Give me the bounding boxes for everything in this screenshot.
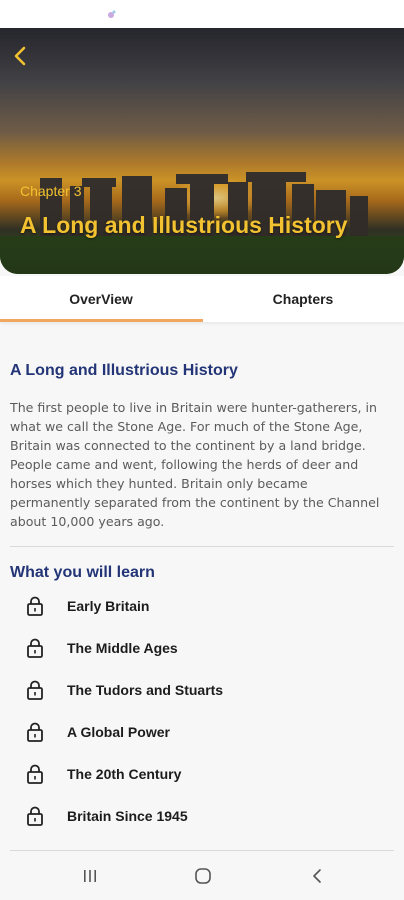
notification-icon <box>108 10 116 18</box>
lock-icon <box>27 806 43 826</box>
lock-icon <box>27 596 43 616</box>
chapter-hero-banner: Chapter 3 A Long and Illustrious History <box>0 28 404 274</box>
learn-item-label: The Tudors and Stuarts <box>67 682 224 698</box>
lock-icon <box>27 722 43 742</box>
tab-chapters[interactable]: Chapters <box>202 276 404 322</box>
system-nav-bar <box>0 852 404 900</box>
lock-icon <box>27 638 43 658</box>
recent-apps-button[interactable] <box>78 864 102 888</box>
overview-title: A Long and Illustrious History <box>10 362 238 379</box>
learn-item-tudors-stuarts[interactable]: The Tudors and Stuarts <box>0 670 404 710</box>
tab-active-indicator <box>0 319 203 322</box>
learn-item-since-1945[interactable]: Britain Since 1945 <box>0 796 404 836</box>
learn-item-label: Britain Since 1945 <box>67 808 188 824</box>
divider <box>10 850 394 851</box>
back-icon <box>313 869 321 883</box>
learn-item-20th-century[interactable]: The 20th Century <box>0 754 404 794</box>
learn-item-middle-ages[interactable]: The Middle Ages <box>0 628 404 668</box>
tab-overview[interactable]: OverView <box>0 276 202 322</box>
chapter-label: Chapter 3 <box>20 183 82 199</box>
chevron-left-icon <box>14 46 26 66</box>
learn-item-early-britain[interactable]: Early Britain <box>0 586 404 626</box>
system-back-button[interactable] <box>305 864 329 888</box>
lock-icon <box>27 680 43 700</box>
tab-bar: OverView Chapters <box>0 276 404 322</box>
recent-apps-icon <box>84 870 96 882</box>
chapter-title: A Long and Illustrious History <box>20 212 348 238</box>
divider <box>10 546 394 547</box>
overview-description: The first people to live in Britain were… <box>10 400 380 529</box>
back-button[interactable] <box>6 42 34 70</box>
lock-icon <box>27 764 43 784</box>
learn-item-global-power[interactable]: A Global Power <box>0 712 404 752</box>
home-button[interactable] <box>191 864 215 888</box>
learn-item-label: The Middle Ages <box>67 640 178 656</box>
learn-item-label: Early Britain <box>67 598 150 614</box>
status-bar <box>0 0 404 28</box>
learn-item-label: The 20th Century <box>67 766 182 782</box>
home-icon <box>195 868 211 884</box>
learn-section-title: What you will learn <box>10 564 155 581</box>
learn-item-label: A Global Power <box>67 724 170 740</box>
